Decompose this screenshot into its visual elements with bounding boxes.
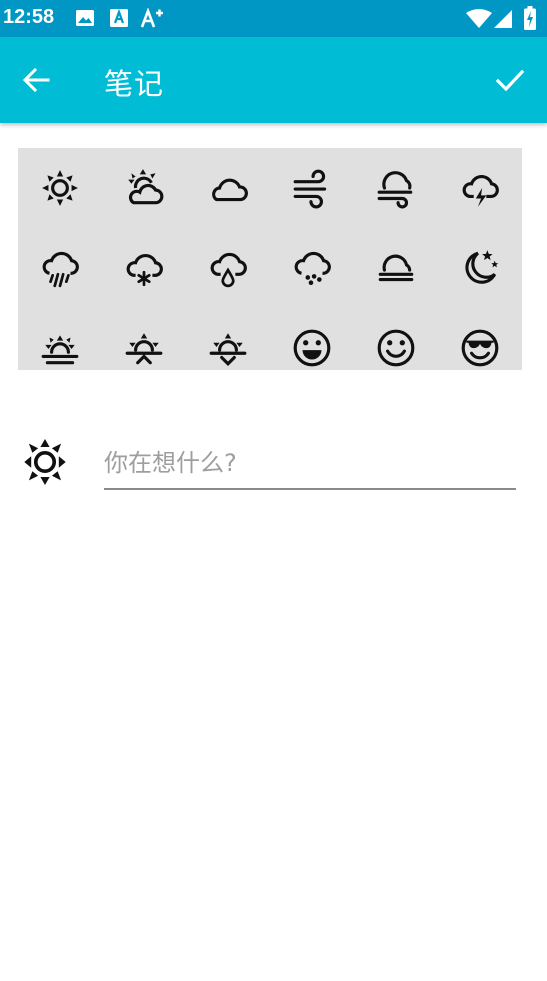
- cool-face-icon[interactable]: [438, 308, 522, 370]
- wifi-icon: [466, 9, 492, 33]
- sunset-icon[interactable]: [186, 308, 270, 370]
- arrow-back-icon[interactable]: [22, 66, 50, 94]
- signal-icon: [493, 9, 513, 33]
- text-a-icon: [109, 8, 129, 32]
- drizzle-icon[interactable]: [186, 228, 270, 308]
- sunny-icon[interactable]: [18, 148, 102, 228]
- smile-face-icon[interactable]: [354, 308, 438, 370]
- windy-icon[interactable]: [270, 148, 354, 228]
- status-bar: 12:58: [0, 0, 547, 37]
- battery-charging-icon: [524, 6, 536, 34]
- font-plus-icon: [140, 7, 164, 32]
- fog-icon[interactable]: [354, 228, 438, 308]
- grin-face-icon[interactable]: [270, 308, 354, 370]
- sunrise-icon[interactable]: [102, 308, 186, 370]
- app-bar: 笔记: [0, 37, 547, 123]
- rain-icon[interactable]: [18, 228, 102, 308]
- hail-icon[interactable]: [270, 228, 354, 308]
- clear-night-icon[interactable]: [438, 228, 522, 308]
- page-title: 笔记: [104, 67, 165, 101]
- check-icon[interactable]: [494, 64, 526, 96]
- snow-icon[interactable]: [102, 228, 186, 308]
- sunny-icon[interactable]: [22, 436, 68, 488]
- cloudy-windy-icon[interactable]: [354, 148, 438, 228]
- partly-sunny-icon[interactable]: [102, 148, 186, 228]
- note-input[interactable]: [104, 438, 516, 490]
- status-time: 12:58: [3, 6, 55, 28]
- weather-icon-grid: [18, 148, 522, 370]
- thunderstorm-icon[interactable]: [438, 148, 522, 228]
- sun-horizon-icon[interactable]: [18, 308, 102, 370]
- cloudy-icon[interactable]: [186, 148, 270, 228]
- image-icon: [75, 8, 95, 32]
